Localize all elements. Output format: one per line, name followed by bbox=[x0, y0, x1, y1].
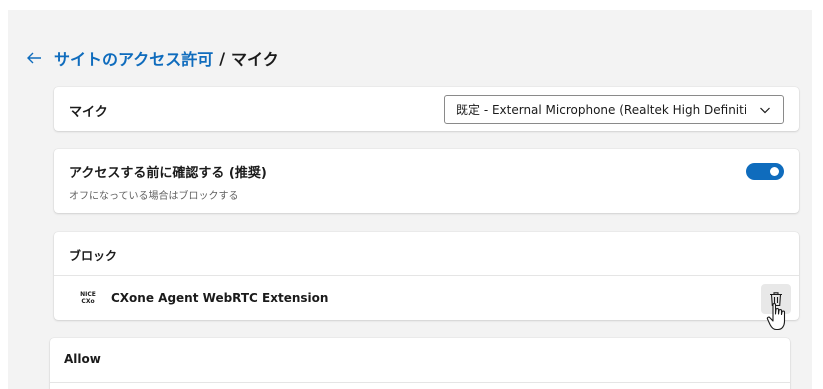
block-section-title: ブロック bbox=[69, 249, 118, 263]
ask-before-access-card: アクセスする前に確認する (推奨) オフになっている場合はブロックする bbox=[54, 149, 799, 213]
microphone-device-select[interactable]: 既定 - External Microphone (Realtek High D… bbox=[444, 95, 784, 124]
selected-device-value: 既定 - External Microphone (Realtek High D… bbox=[456, 103, 746, 117]
microphone-card: マイク 既定 - External Microphone (Realtek Hi… bbox=[54, 87, 799, 131]
breadcrumb-site-permissions-link[interactable]: サイトのアクセス許可 bbox=[54, 46, 213, 70]
allow-list-card: Allow bbox=[50, 338, 790, 389]
back-button[interactable] bbox=[24, 48, 44, 68]
blocked-extension-name: CXone Agent WebRTC Extension bbox=[111, 291, 329, 305]
back-arrow-icon bbox=[27, 52, 41, 64]
page-title: マイク bbox=[231, 50, 279, 69]
breadcrumb: サイトのアクセス許可 / マイク bbox=[54, 46, 279, 70]
list-item: NICE CXo CXone Agent WebRTC Extension bbox=[54, 276, 799, 320]
ask-before-access-toggle[interactable] bbox=[746, 163, 784, 180]
ask-before-access-title: アクセスする前に確認する (推奨) bbox=[69, 166, 267, 181]
allow-section-title: Allow bbox=[64, 352, 101, 366]
block-list-card: ブロック NICE CXo CXone Agent WebRTC Extensi… bbox=[54, 232, 799, 320]
page-header: サイトのアクセス許可 / マイク bbox=[24, 44, 279, 72]
ask-before-access-description: オフになっている場合はブロックする bbox=[69, 191, 239, 202]
breadcrumb-separator: / bbox=[219, 48, 226, 68]
divider bbox=[50, 382, 790, 383]
toggle-knob bbox=[770, 167, 779, 176]
chevron-down-icon bbox=[760, 107, 770, 114]
extension-logo-icon: NICE CXo bbox=[80, 290, 96, 305]
microphone-label: マイク bbox=[69, 105, 108, 120]
hand-pointer-cursor-icon bbox=[766, 303, 786, 331]
